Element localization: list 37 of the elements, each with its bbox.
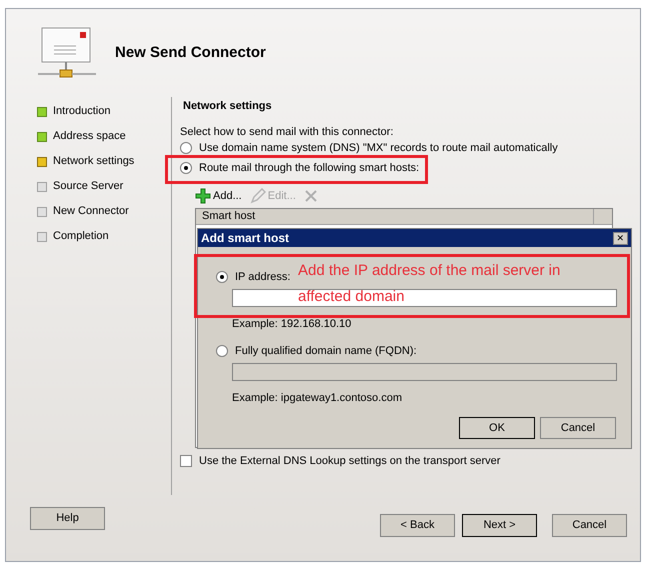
wizard-step: Introduction — [53, 103, 110, 120]
pencil-icon — [250, 188, 266, 204]
wizard-step: Source Server — [53, 178, 124, 195]
radio-button[interactable] — [180, 142, 192, 154]
dialog-button[interactable]: OK — [459, 417, 535, 439]
dialog-title: Add smart host — [201, 230, 290, 247]
instruction-text: Select how to send mail with this connector: — [180, 125, 394, 138]
help-button[interactable]: Help — [30, 506, 105, 530]
window-title: New Send Connector — [115, 42, 266, 63]
radio-label: IP address: — [235, 270, 290, 285]
next-button[interactable]: Next > — [462, 514, 537, 536]
annotation-text: affected domain — [298, 289, 404, 304]
input-field[interactable] — [232, 363, 617, 381]
toolbar-button[interactable]: Add... — [195, 188, 242, 204]
checkbox-label: Use the External DNS Lookup settings on the transport server — [199, 454, 500, 469]
cancel-button[interactable]: Cancel — [552, 514, 627, 536]
radio-label: Use domain name system (DNS) "MX" records to route mail automatically — [199, 140, 558, 156]
radio-label: Route mail through the following smart hosts: — [199, 160, 420, 176]
delete-icon — [304, 189, 318, 203]
close-button[interactable]: ✕ — [613, 232, 628, 244]
wizard-step: Completion — [53, 228, 109, 245]
add-icon — [195, 188, 211, 204]
wizard-step: New Connector — [53, 203, 129, 220]
radio-button[interactable] — [180, 162, 192, 174]
radio-button[interactable] — [216, 345, 228, 357]
example-text: Example: 192.168.10.10 — [232, 317, 352, 330]
example-text: Example: ipgateway1.contoso.com — [232, 391, 403, 404]
annotation-text: Add the IP address of the mail server in — [298, 263, 560, 278]
checkbox[interactable] — [180, 455, 192, 467]
input-field[interactable] — [232, 289, 617, 307]
wizard-step: Address space — [53, 128, 126, 145]
dialog-button[interactable]: Cancel — [540, 417, 616, 439]
radio-label: Fully qualified domain name (FQDN): — [235, 344, 417, 359]
back-button[interactable]: < Back — [380, 514, 455, 536]
section-title: Network settings — [182, 98, 273, 114]
wizard-step: Network settings — [53, 153, 134, 170]
radio-button[interactable] — [216, 271, 228, 283]
